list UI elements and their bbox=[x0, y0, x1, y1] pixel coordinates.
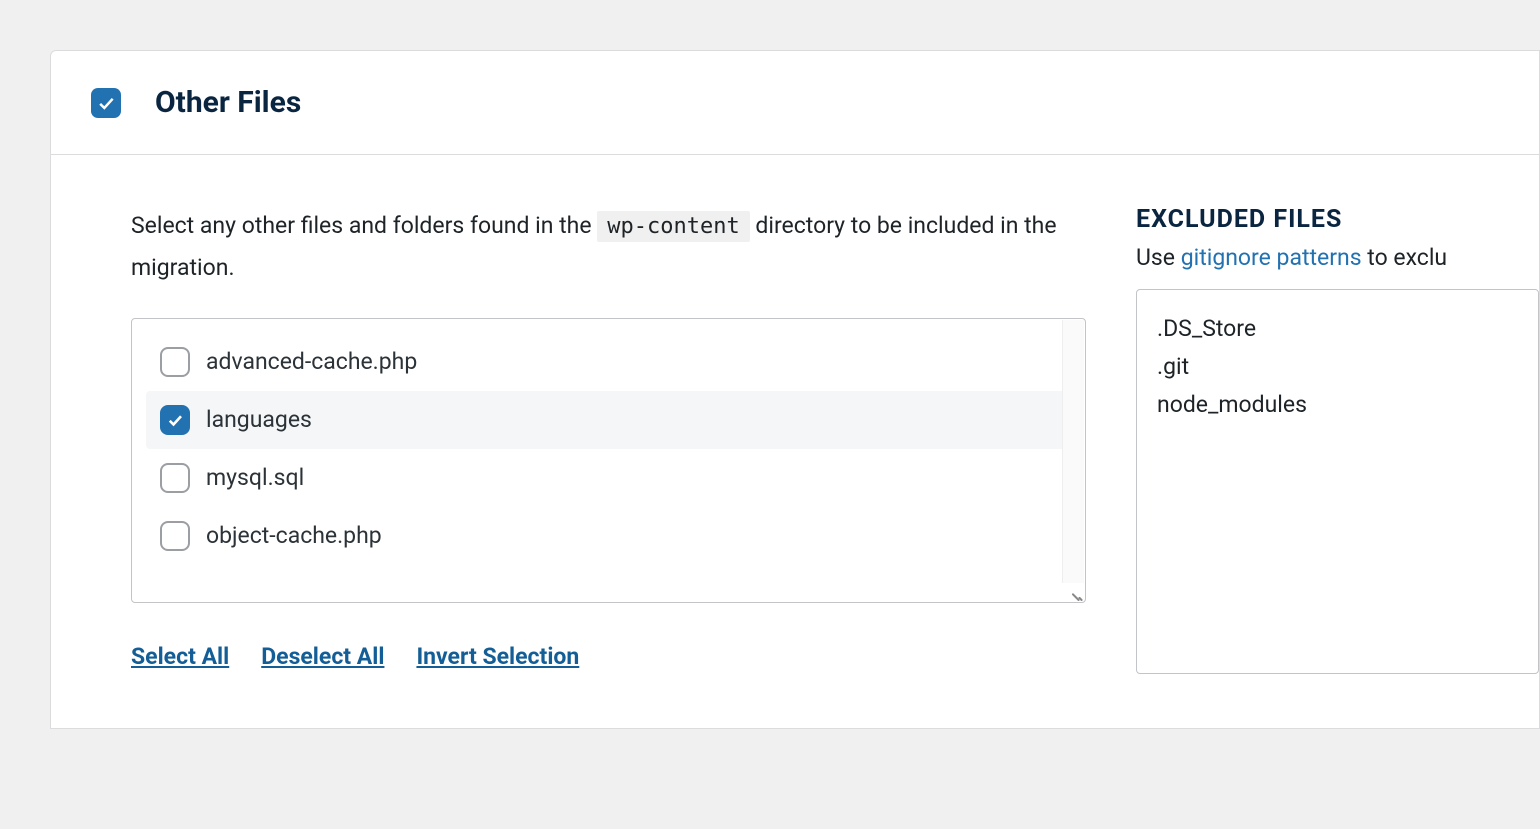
file-checkbox[interactable] bbox=[160, 521, 190, 551]
section-toggle-checkbox[interactable] bbox=[91, 88, 121, 118]
check-icon bbox=[96, 93, 116, 113]
selection-actions: Select All Deselect All Invert Selection bbox=[131, 643, 1086, 670]
deselect-all-button[interactable]: Deselect All bbox=[261, 643, 384, 670]
panel-title: Other Files bbox=[155, 85, 301, 120]
file-selection-column: Select any other files and folders found… bbox=[131, 205, 1086, 678]
instruction-text: Select any other files and folders found… bbox=[131, 205, 1086, 288]
file-list: advanced-cache.php languages mysql.sql bbox=[131, 318, 1086, 603]
excluded-desc-post: to exclu bbox=[1362, 244, 1448, 271]
file-row[interactable]: object-cache.php bbox=[146, 507, 1071, 565]
excluded-files-column: EXCLUDED FILES Use gitignore patterns to… bbox=[1136, 205, 1539, 678]
resize-handle-icon[interactable] bbox=[1067, 584, 1083, 600]
code-directory: wp-content bbox=[597, 211, 749, 242]
scrollbar[interactable] bbox=[1062, 320, 1084, 583]
excluded-files-description: Use gitignore patterns to exclu bbox=[1136, 244, 1539, 271]
file-label: mysql.sql bbox=[206, 464, 304, 491]
invert-selection-button[interactable]: Invert Selection bbox=[416, 643, 579, 670]
excluded-files-textarea[interactable] bbox=[1136, 289, 1539, 674]
excluded-desc-pre: Use bbox=[1136, 244, 1181, 271]
file-row[interactable]: mysql.sql bbox=[146, 449, 1071, 507]
file-checkbox[interactable] bbox=[160, 405, 190, 435]
gitignore-patterns-link[interactable]: gitignore patterns bbox=[1181, 244, 1362, 271]
file-checkbox[interactable] bbox=[160, 463, 190, 493]
check-icon bbox=[166, 411, 184, 429]
file-label: object-cache.php bbox=[206, 522, 382, 549]
select-all-button[interactable]: Select All bbox=[131, 643, 229, 670]
panel-header: Other Files bbox=[51, 51, 1539, 155]
file-row[interactable]: advanced-cache.php bbox=[146, 333, 1071, 391]
file-checkbox[interactable] bbox=[160, 347, 190, 377]
file-label: advanced-cache.php bbox=[206, 348, 417, 375]
excluded-files-heading: EXCLUDED FILES bbox=[1136, 205, 1539, 234]
panel-body: Select any other files and folders found… bbox=[51, 155, 1539, 728]
other-files-panel: Other Files Select any other files and f… bbox=[50, 50, 1540, 729]
file-label: languages bbox=[206, 406, 312, 433]
file-row[interactable]: languages bbox=[146, 391, 1071, 449]
instruction-pre: Select any other files and folders found… bbox=[131, 212, 597, 239]
